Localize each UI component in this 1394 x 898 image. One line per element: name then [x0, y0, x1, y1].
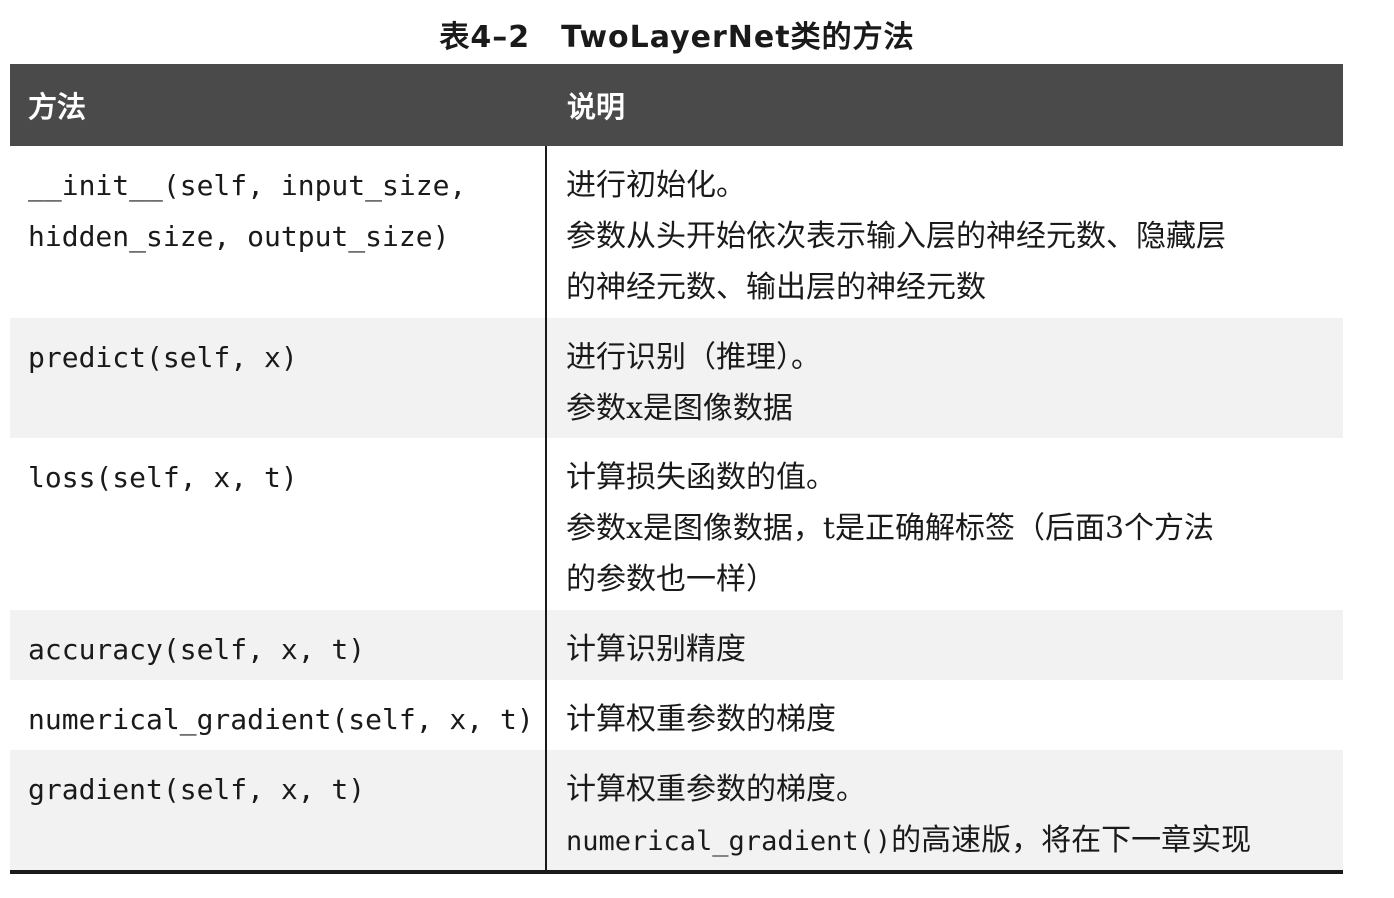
table-header: 方法 说明 [10, 64, 1343, 146]
table-row: gradient(self, x, t) 计算权重参数的梯度。 numerica… [10, 750, 1343, 870]
description-line: 的参数也一样） [566, 562, 776, 597]
method-description: 计算识别精度 [547, 610, 1343, 680]
header-description: 说明 [567, 90, 626, 124]
description-line: 进行识别（推理）。 [566, 340, 821, 375]
method-description: 进行识别（推理）。 参数x是图像数据 [547, 318, 1343, 438]
description-line: 的神经元数、输出层的神经元数 [566, 270, 986, 305]
method-signature: accuracy(self, x, t) [10, 610, 547, 680]
method-description: 计算损失函数的值。 参数x是图像数据，t是正确解标签（后面3个方法 的参数也一样… [547, 438, 1343, 610]
method-description: 计算权重参数的梯度 [547, 680, 1343, 750]
description-line: 参数从头开始依次表示输入层的神经元数、隐藏层 [566, 219, 1226, 254]
method-signature: loss(self, x, t) [10, 438, 547, 610]
method-signature: numerical_gradient(self, x, t) [10, 680, 547, 750]
inline-code: numerical_gradient() [566, 826, 892, 857]
table-bottom-rule [10, 870, 1343, 874]
table-row: predict(self, x) 进行识别（推理）。 参数x是图像数据 [10, 318, 1343, 438]
method-signature: gradient(self, x, t) [10, 750, 547, 870]
description-line: 进行初始化。 [566, 168, 746, 203]
table-row: __init__(self, input_size, hidden_size, … [10, 146, 1343, 318]
description-line: 参数x是图像数据，t是正确解标签（后面3个方法 [566, 511, 1215, 546]
description-line: numerical_gradient()的高速版，将在下一章实现 [566, 815, 1337, 867]
description-line: 参数x是图像数据 [566, 391, 793, 426]
method-description: 进行初始化。 参数从头开始依次表示输入层的神经元数、隐藏层 的神经元数、输出层的… [547, 146, 1343, 318]
description-line: 计算识别精度 [566, 632, 746, 667]
table-row: accuracy(self, x, t) 计算识别精度 [10, 610, 1343, 680]
method-signature: predict(self, x) [10, 318, 547, 438]
method-signature: __init__(self, input_size, hidden_size, … [10, 146, 547, 318]
header-method: 方法 [28, 90, 87, 124]
table-row: loss(self, x, t) 计算损失函数的值。 参数x是图像数据，t是正确… [10, 438, 1343, 610]
methods-table: 方法 说明 __init__(self, input_size, hidden_… [10, 64, 1343, 874]
description-tail: 的高速版，将在下一章实现 [891, 823, 1252, 858]
description-line: 计算损失函数的值。 [566, 460, 836, 495]
description-line: 计算权重参数的梯度。 [566, 772, 866, 807]
table-row: numerical_gradient(self, x, t) 计算权重参数的梯度 [10, 680, 1343, 750]
table-caption: 表4–2 TwoLayerNet类的方法 [439, 20, 915, 55]
description-line: 计算权重参数的梯度 [566, 702, 836, 737]
method-description: 计算权重参数的梯度。 numerical_gradient()的高速版，将在下一… [547, 750, 1343, 870]
